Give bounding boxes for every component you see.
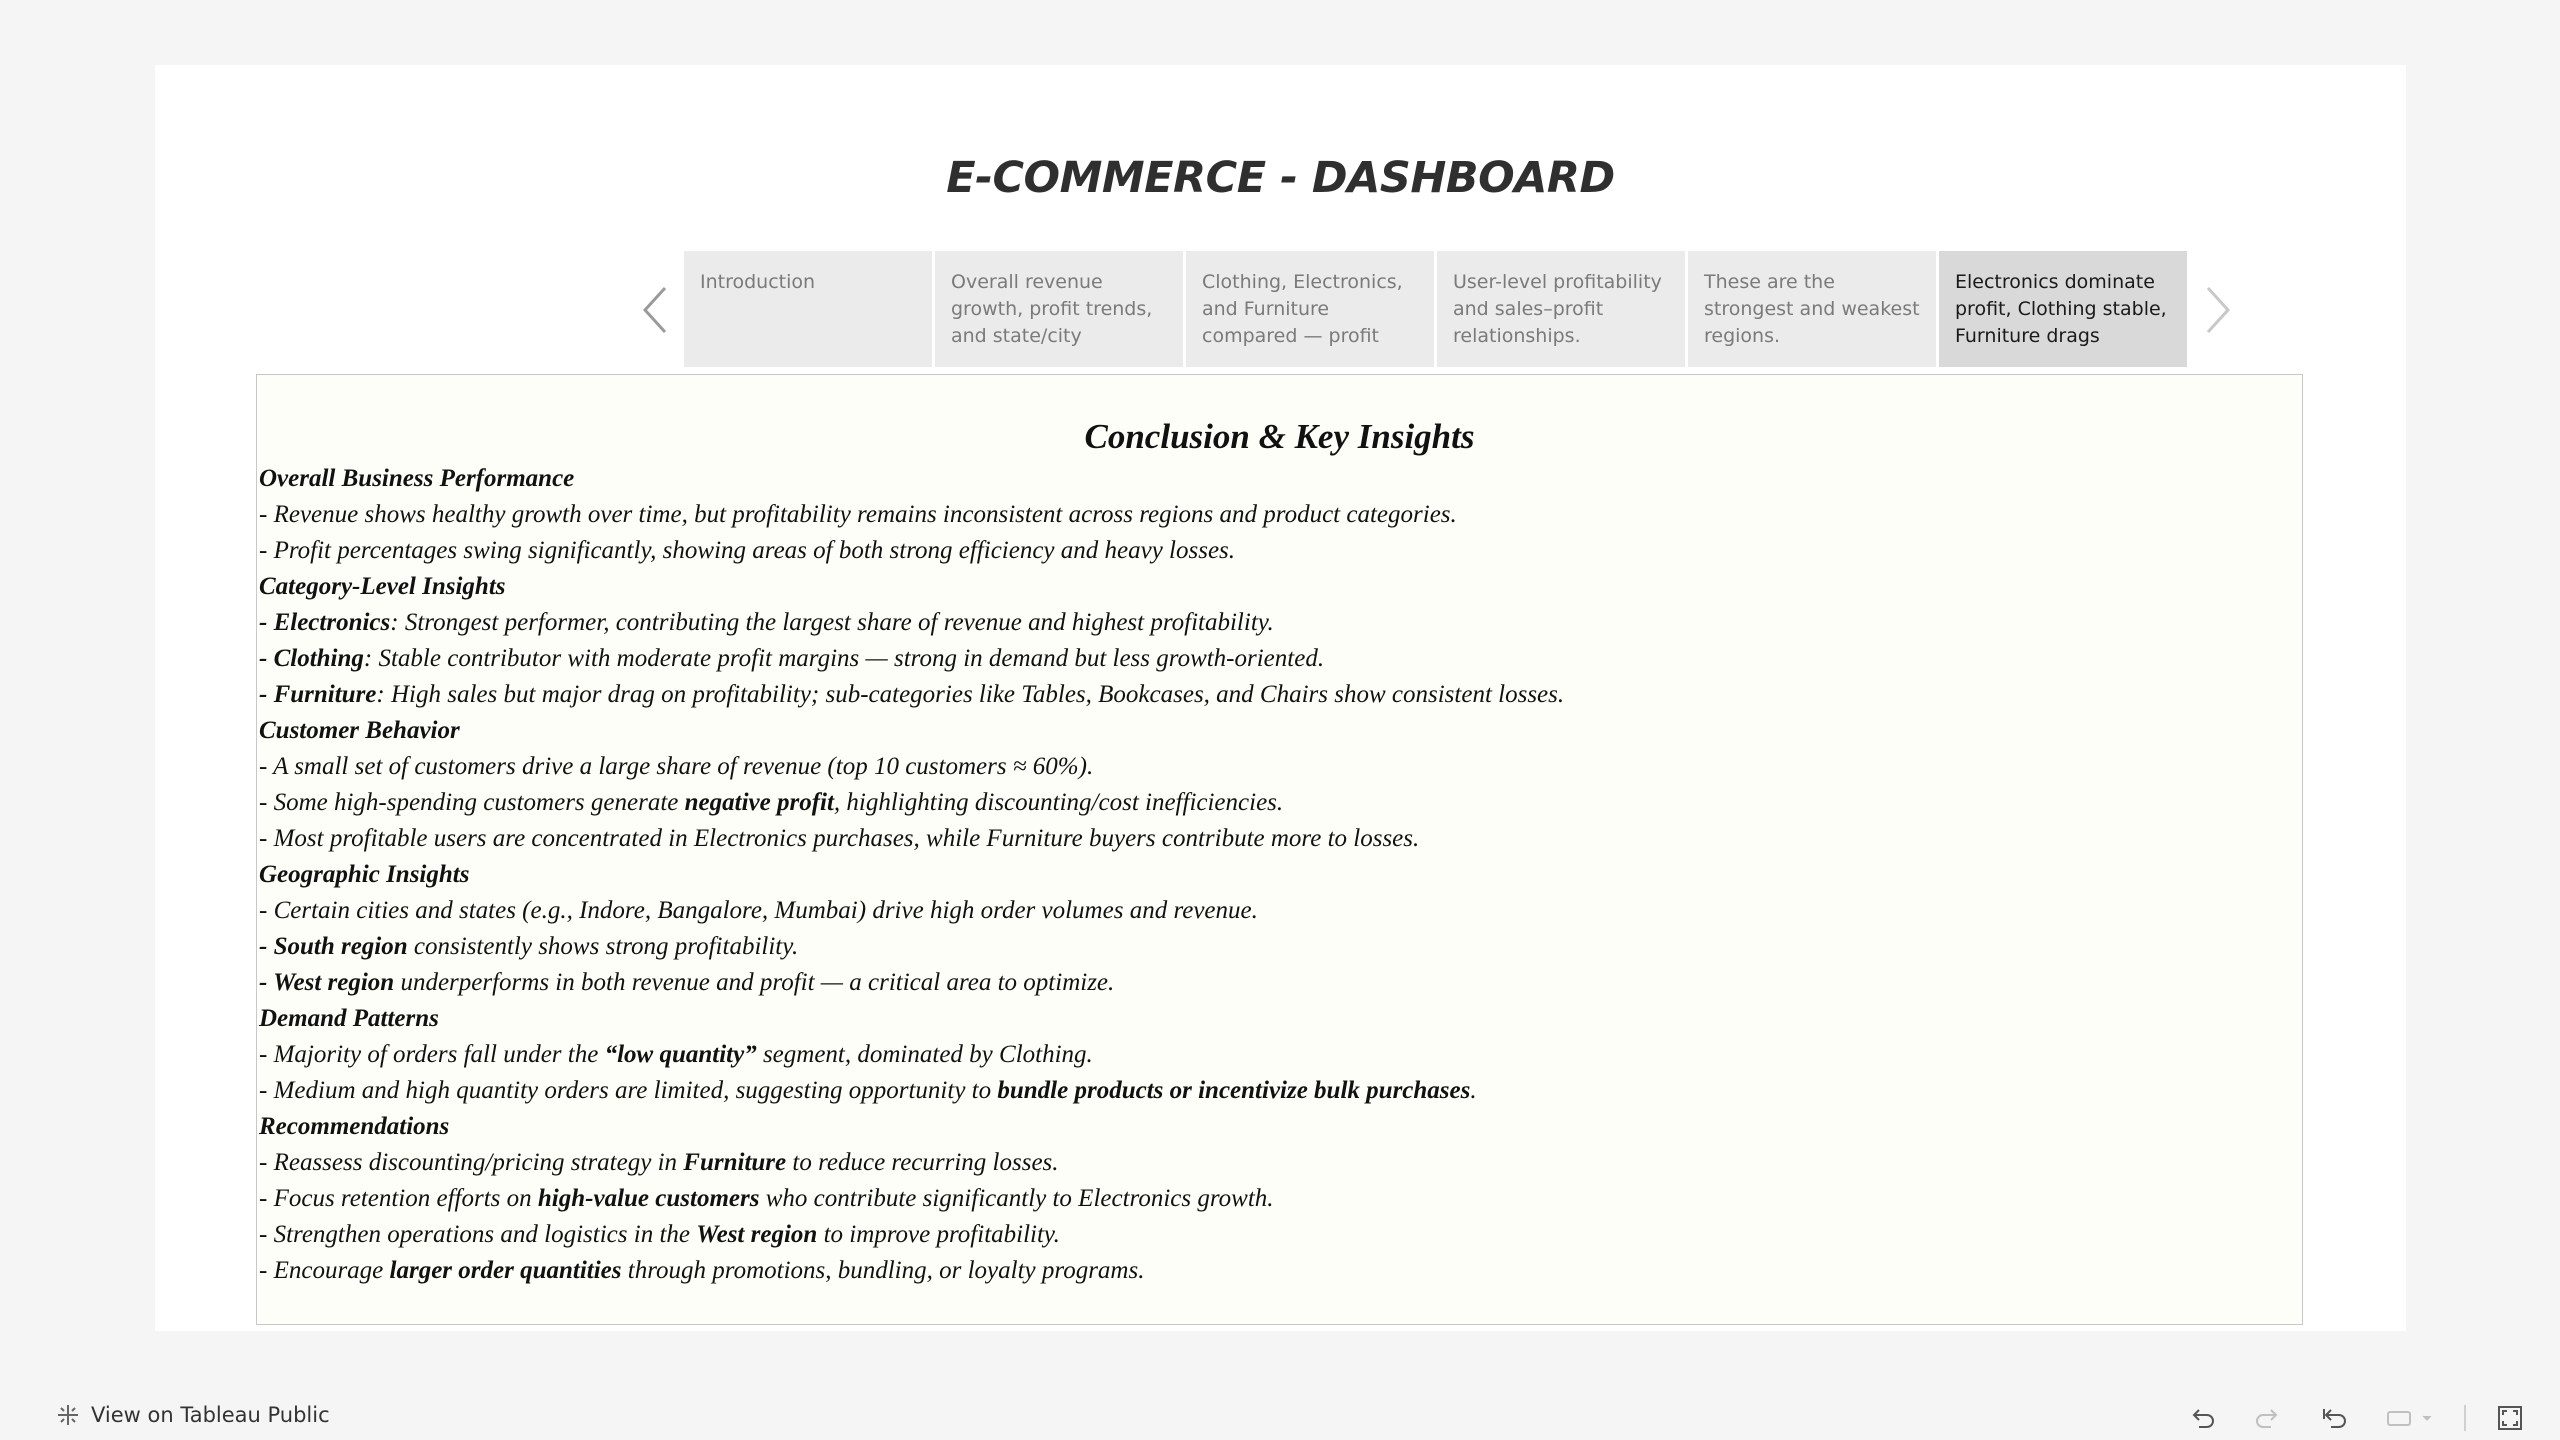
section-title-overall: Overall Business Performance [259,465,575,492]
insight-line: - Majority of orders fall under the “low… [259,1037,2302,1073]
share-button[interactable] [2380,1398,2440,1438]
insight-emphasis: West region [696,1221,818,1248]
story-point-regions[interactable]: These are the strongest and weakest regi… [1688,251,1936,367]
insight-text: - Encourage [259,1257,390,1284]
insight-line: - Reassess discounting/pricing strategy … [259,1145,2302,1181]
insight-text: - Some high-spending customers generate [259,789,685,816]
view-on-tableau-label: View on Tableau Public [91,1403,330,1427]
insight-text: : Strongest performer, contributing the … [390,609,1274,636]
insight-emphasis: - Furniture [259,681,377,708]
insight-line: - Some high-spending customers generate … [259,785,2302,821]
insights-body: Overall Business Performance - Revenue s… [257,461,2302,1289]
insight-line: - West region underperforms in both reve… [259,965,2302,1001]
fullscreen-icon [2498,1406,2522,1430]
story-points-nav: Introduction Overall revenue growth, pro… [684,251,2187,367]
footer-toolbar [2182,1398,2530,1438]
insight-text: - Majority of orders fall under the [259,1041,605,1068]
view-on-tableau-link[interactable]: View on Tableau Public [55,1402,330,1428]
tableau-logo-icon [58,1405,78,1425]
next-story-point-button[interactable] [2198,280,2238,340]
insight-text: . [1470,1077,1477,1104]
insight-emphasis: - Clothing [259,645,364,672]
insight-line: - Profit percentages swing significantly… [259,537,1236,564]
insight-emphasis: bundle products or incentivize bulk purc… [997,1077,1471,1104]
insight-text: - Strengthen operations and logistics in… [259,1221,697,1248]
section-title-recommendations: Recommendations [259,1113,450,1140]
insight-text: segment, dominated by Clothing. [756,1041,1093,1068]
insight-text: - Reassess discounting/pricing strategy … [259,1149,684,1176]
insight-text: - Medium and high quantity orders are li… [259,1077,998,1104]
revert-icon [2323,1409,2346,1428]
story-point-user-profitability[interactable]: User-level profitability and sales–profi… [1437,251,1685,367]
insight-line: - Electronics: Strongest performer, cont… [259,605,2302,641]
insight-line: - Clothing: Stable contributor with mode… [259,641,2302,677]
insight-text: - Focus retention efforts on [259,1185,538,1212]
chevron-left-icon [642,286,667,334]
insight-line: - Medium and high quantity orders are li… [259,1073,2302,1109]
section-title-geographic: Geographic Insights [259,861,470,888]
insight-text: to reduce recurring losses. [786,1149,1059,1176]
insight-line: - Furniture: High sales but major drag o… [259,677,2302,713]
story-point-category-compare[interactable]: Clothing, Electronics, and Furniture com… [1186,251,1434,367]
insight-line: - South region consistently shows strong… [259,929,2302,965]
section-title-customer: Customer Behavior [259,717,460,744]
insight-text: : Stable contributor with moderate profi… [363,645,1325,672]
insight-line: - Encourage larger order quantities thro… [259,1253,2302,1289]
insight-emphasis: - West region [259,969,395,996]
insights-text-box: Conclusion & Key Insights Overall Busine… [256,374,2303,1325]
story-point-conclusion[interactable]: Electronics dominate profit, Clothing st… [1939,251,2187,367]
insight-emphasis: negative profit [684,789,834,816]
undo-button[interactable] [2182,1398,2222,1438]
insight-emphasis: - South region [259,933,408,960]
insight-text: who contribute significantly to Electron… [759,1185,1274,1212]
insights-heading: Conclusion & Key Insights [1084,417,1475,456]
fullscreen-button[interactable] [2490,1398,2530,1438]
section-title-category: Category-Level Insights [259,573,506,600]
previous-story-point-button[interactable] [635,280,675,340]
chevron-right-icon [2206,286,2231,334]
insight-emphasis: high-value customers [537,1185,760,1212]
insight-emphasis: “low quantity” [604,1041,757,1068]
section-title-demand: Demand Patterns [259,1005,439,1032]
insight-emphasis: - Electronics [259,609,391,636]
insight-text: consistently shows strong profitability. [407,933,799,960]
redo-icon [2256,1409,2278,1428]
revert-button[interactable] [2314,1398,2354,1438]
insight-text: : High sales but major drag on profitabi… [376,681,1565,708]
undo-icon [2192,1409,2214,1428]
insight-text: through promotions, bundling, or loyalty… [621,1257,1145,1284]
insight-line: - Certain cities and states (e.g., Indor… [259,897,1258,924]
insight-line: - A small set of customers drive a large… [259,753,1094,780]
share-icon [2387,1411,2432,1426]
insight-line: - Focus retention efforts on high-value … [259,1181,2302,1217]
insight-text: to improve profitability. [817,1221,1060,1248]
insight-line: - Most profitable users are concentrated… [259,825,1420,852]
insight-text: underperforms in both revenue and profit… [394,969,1115,996]
insight-emphasis: Furniture [683,1149,787,1176]
story-point-introduction[interactable]: Introduction [684,251,932,367]
dashboard-title: E-COMMERCE - DASHBOARD [946,153,1615,203]
insight-emphasis: larger order quantities [389,1257,622,1284]
insight-line: - Revenue shows healthy growth over time… [259,501,1457,528]
story-point-revenue-growth[interactable]: Overall revenue growth, profit trends, a… [935,251,1183,367]
insight-text: , highlighting discounting/cost ineffici… [833,789,1284,816]
insight-line: - Strengthen operations and logistics in… [259,1217,2302,1253]
redo-button[interactable] [2248,1398,2288,1438]
toolbar-divider [2464,1405,2466,1431]
